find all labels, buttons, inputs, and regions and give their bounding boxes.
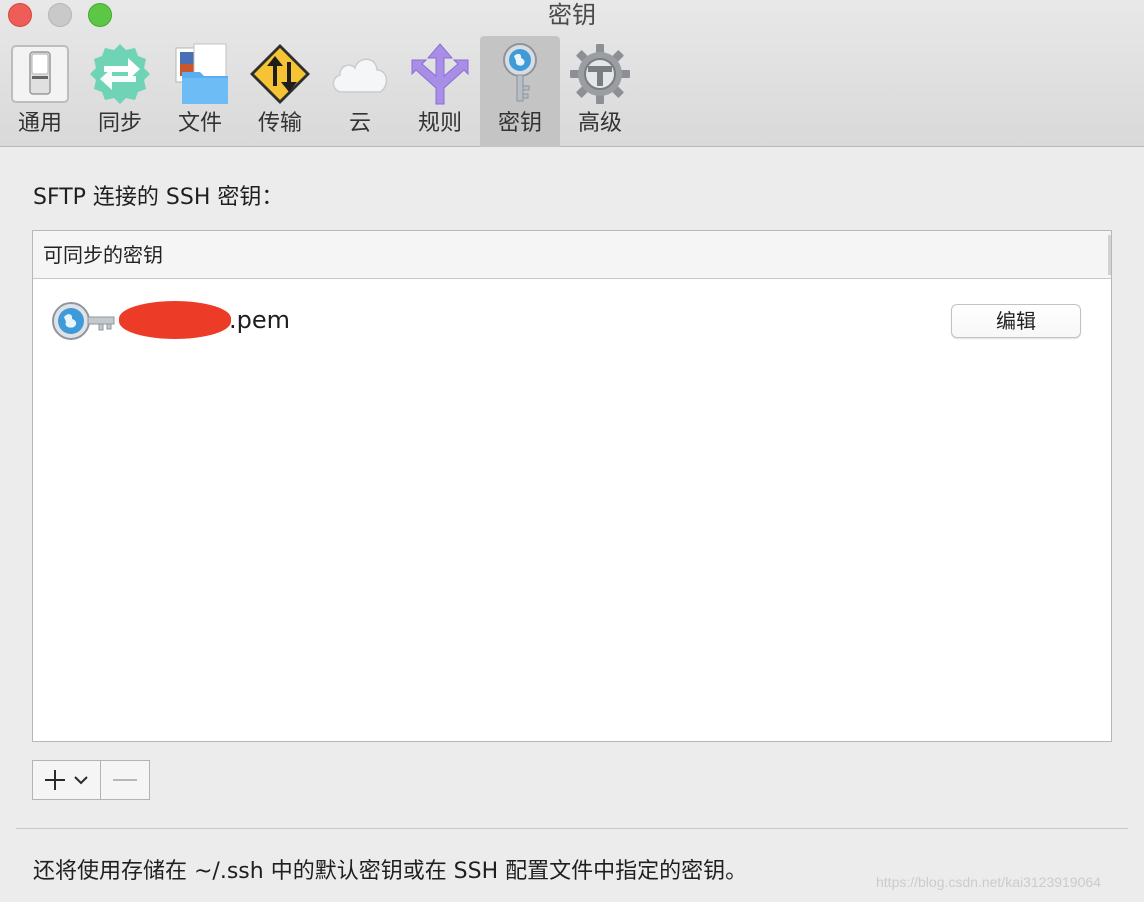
add-remove-control [32, 760, 150, 800]
tab-keys-label: 密钥 [497, 111, 542, 136]
key-filename: .pem [229, 306, 291, 334]
tab-advanced-label: 高级 [577, 111, 622, 136]
redacted-filename [119, 301, 231, 339]
tab-files-label: 文件 [177, 111, 222, 136]
section-title: SFTP 连接的 SSH 密钥： [33, 185, 284, 210]
tab-advanced[interactable]: 高级 [560, 36, 640, 147]
tab-general-label: 通用 [17, 111, 62, 136]
watermark: https://blog.csdn.net/kai3123919064 [876, 874, 1101, 890]
rules-icon [411, 43, 469, 105]
key-list[interactable]: 可同步的密钥 .pem 编辑 [32, 230, 1112, 742]
switch-icon [11, 45, 69, 103]
column-resize-handle[interactable] [1108, 235, 1111, 275]
edit-button[interactable]: 编辑 [951, 304, 1081, 338]
divider [16, 828, 1128, 829]
tab-rules[interactable]: 规则 [400, 36, 480, 147]
transfer-icon [250, 44, 310, 104]
title-bar: 密钥 通用 同步 文件 传输 云 规则 密钥 高级 [0, 0, 1144, 147]
tab-general[interactable]: 通用 [0, 36, 80, 147]
key-icon [52, 302, 115, 340]
cloud-icon [332, 58, 388, 93]
folder-icon [175, 43, 228, 104]
tab-files[interactable]: 文件 [160, 36, 240, 147]
tab-cloud[interactable]: 云 [320, 36, 400, 147]
preferences-toolbar: 通用 同步 文件 传输 云 规则 密钥 高级 [0, 36, 1144, 147]
sync-icon [90, 44, 150, 104]
footer-note: 还将使用存储在 ~/.ssh 中的默认密钥或在 SSH 配置文件中指定的密钥。 [33, 859, 748, 884]
list-item[interactable]: .pem 编辑 [33, 287, 1111, 359]
tab-cloud-label: 云 [348, 111, 371, 136]
tab-sync[interactable]: 同步 [80, 36, 160, 147]
list-header[interactable]: 可同步的密钥 [33, 231, 1111, 279]
key-icon [503, 43, 537, 102]
add-key-button[interactable] [33, 761, 101, 799]
list-header-label: 可同步的密钥 [43, 243, 163, 267]
tab-keys[interactable]: 密钥 [480, 36, 560, 147]
tab-transfer[interactable]: 传输 [240, 36, 320, 147]
plus-icon [45, 770, 88, 790]
minus-icon [113, 779, 137, 781]
tab-rules-label: 规则 [417, 111, 462, 136]
tab-transfer-label: 传输 [257, 111, 302, 136]
gear-icon [570, 44, 630, 104]
tab-sync-label: 同步 [97, 111, 142, 136]
remove-key-button[interactable] [101, 761, 149, 799]
window-title: 密钥 [548, 1, 596, 29]
